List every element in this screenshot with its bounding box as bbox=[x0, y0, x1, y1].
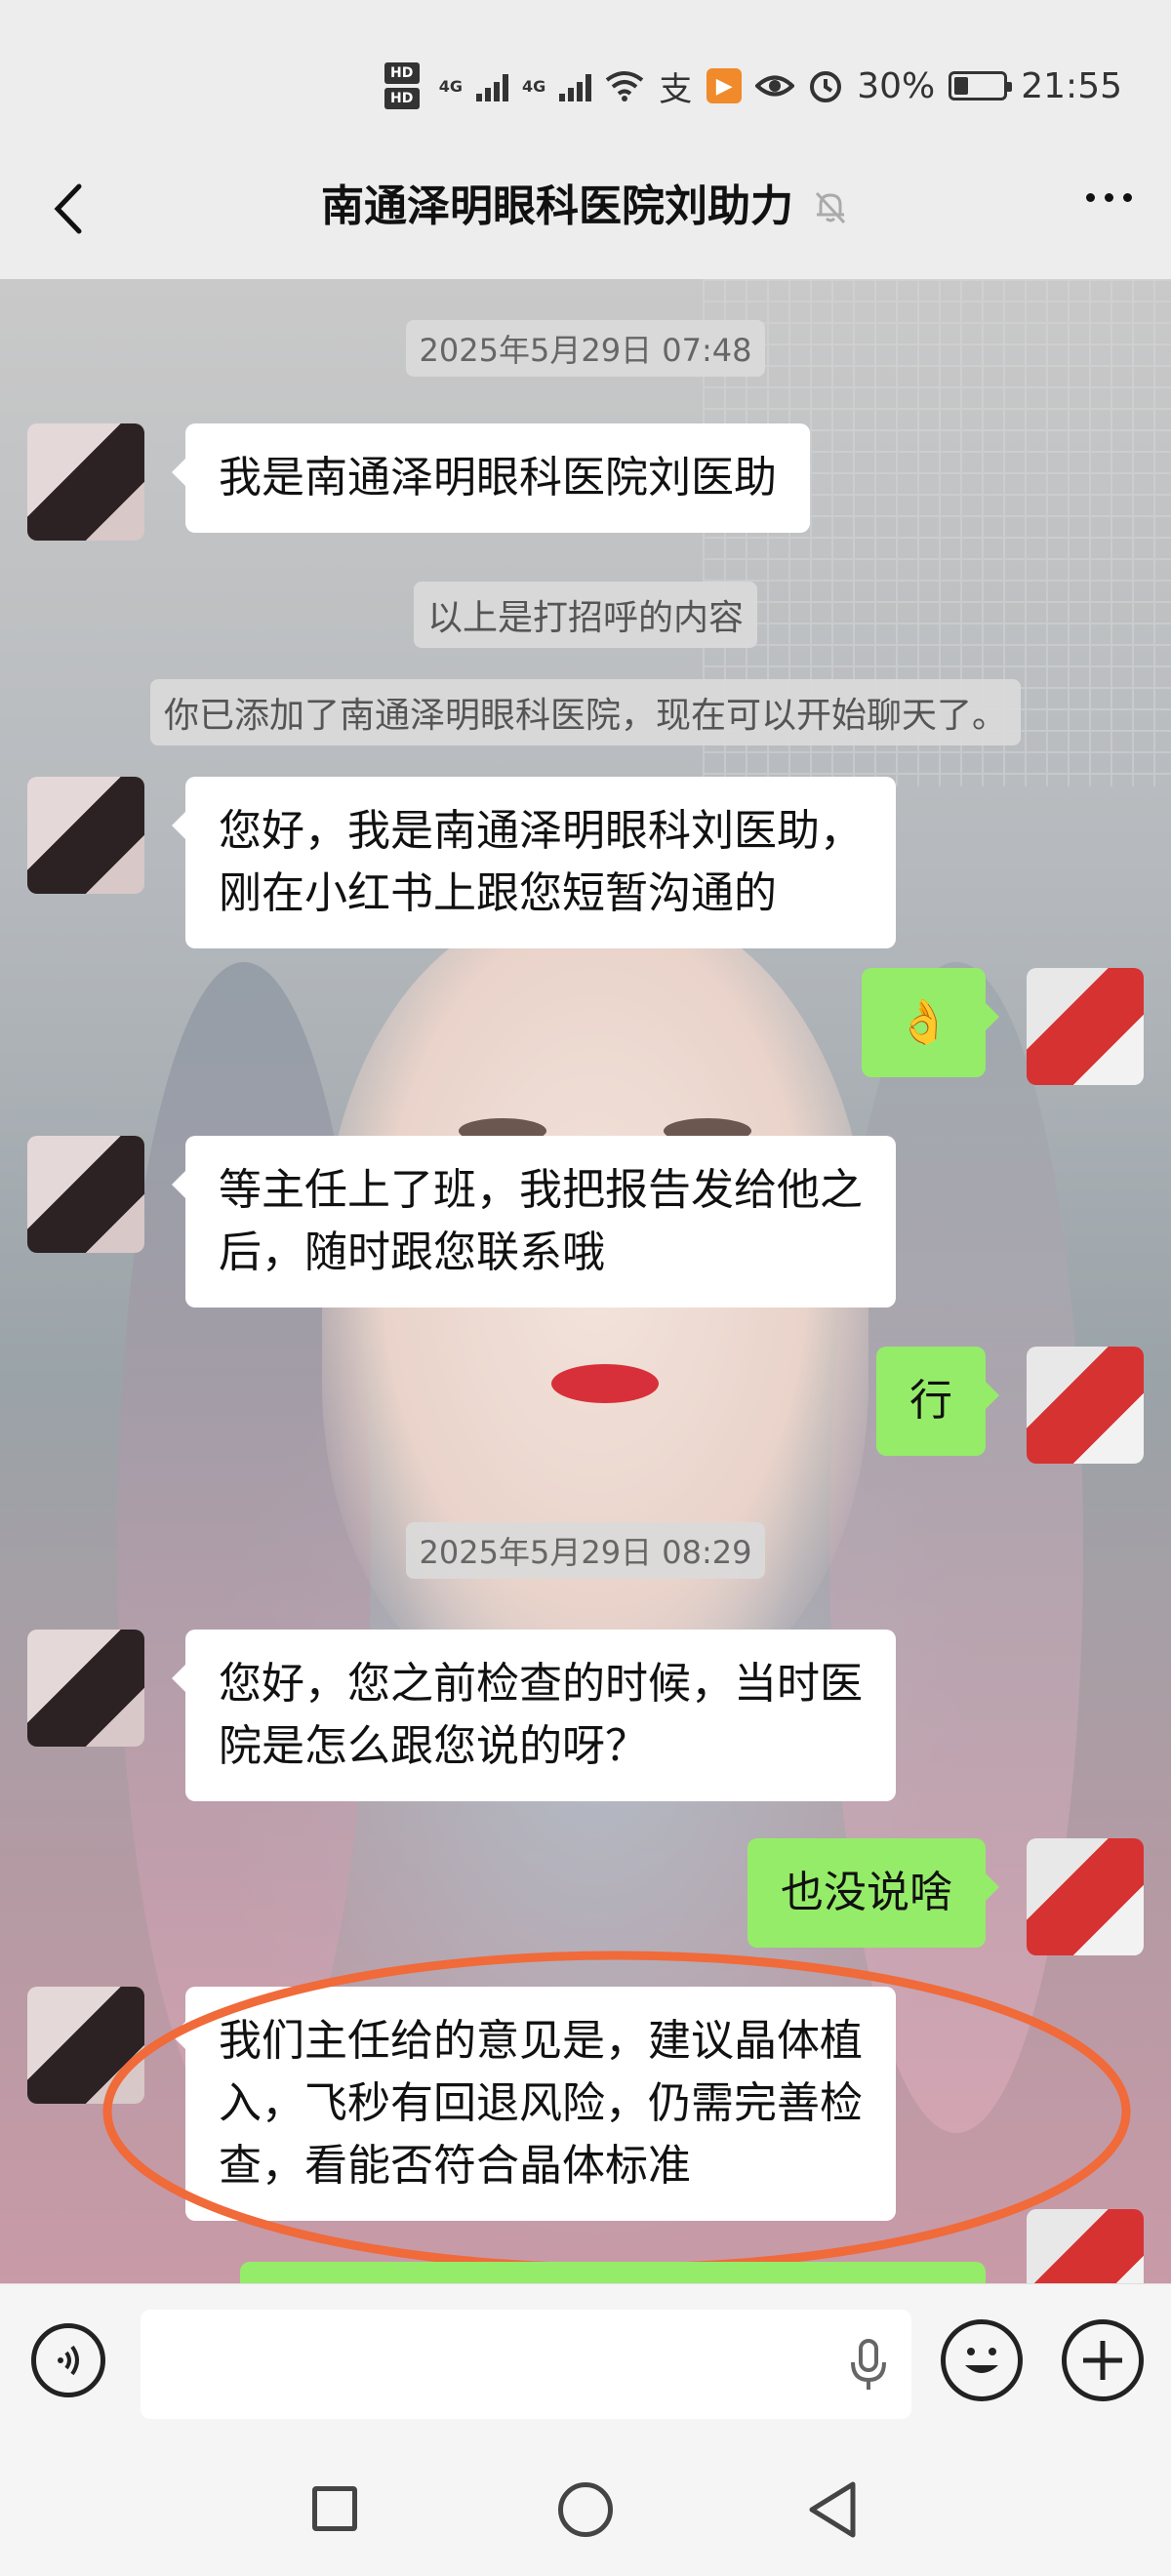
avatar[interactable] bbox=[1027, 1347, 1144, 1464]
video-icon: ▶ bbox=[707, 68, 743, 103]
voice-icon bbox=[58, 2345, 79, 2376]
system-message: 你已添加了南通泽明眼科医院，现在可以开始聊天了。 bbox=[0, 679, 1171, 745]
chat-title: 南通泽明眼科医院刘助力 bbox=[321, 181, 793, 231]
recent-apps-icon[interactable] bbox=[312, 2486, 357, 2531]
microphone-icon[interactable] bbox=[849, 2339, 888, 2392]
input-bar bbox=[0, 2283, 1171, 2440]
plus-button[interactable] bbox=[1062, 2319, 1144, 2401]
status-bar: HD HD 4G 4G 支 ▶ 30% 21:55 bbox=[0, 0, 1171, 137]
avatar[interactable] bbox=[1027, 1838, 1144, 1955]
emoji-icon bbox=[965, 2348, 998, 2373]
battery-icon bbox=[949, 71, 1013, 101]
avatar[interactable] bbox=[27, 1136, 144, 1253]
avatar[interactable] bbox=[1027, 2209, 1144, 2283]
avatar[interactable] bbox=[1027, 968, 1144, 1085]
message-bubble-incoming[interactable]: 等主任上了班，我把报告发给他之 后，随时跟您联系哦 bbox=[172, 1136, 896, 1308]
network-label-1: 4G bbox=[438, 76, 463, 96]
hd-icon: HD HD bbox=[384, 62, 420, 109]
chat-header: 南通泽明眼科医院刘助力 bbox=[0, 137, 1171, 279]
message-input[interactable] bbox=[141, 2310, 911, 2419]
emoji-button[interactable] bbox=[941, 2319, 1023, 2401]
message-bubble-incoming[interactable]: 您好，我是南通泽明眼科刘医助， 刚在小红书上跟您短暂沟通的 bbox=[172, 777, 896, 948]
avatar[interactable] bbox=[27, 1987, 144, 2104]
signal-icon-2 bbox=[559, 70, 592, 101]
signal-icon bbox=[475, 70, 508, 101]
network-label-2: 4G bbox=[521, 76, 546, 96]
more-button[interactable] bbox=[1086, 193, 1132, 202]
back-nav-icon[interactable] bbox=[806, 2480, 861, 2539]
voice-button[interactable] bbox=[31, 2323, 105, 2397]
home-icon[interactable] bbox=[558, 2482, 613, 2537]
message-bubble-outgoing-partial[interactable] bbox=[240, 2262, 986, 2283]
alarm-icon bbox=[810, 71, 842, 102]
system-nav-bar bbox=[0, 2439, 1171, 2576]
message-bubble-incoming[interactable]: 您好，您之前检查的时候，当时医 院是怎么跟您说的呀？ bbox=[172, 1630, 896, 1801]
message-bubble-outgoing[interactable]: 👌 bbox=[862, 968, 999, 1077]
battery-percent: 30% bbox=[857, 65, 936, 106]
clock: 21:55 bbox=[1021, 65, 1122, 106]
avatar[interactable] bbox=[27, 777, 144, 894]
wifi-icon bbox=[606, 71, 644, 101]
message-bubble-incoming[interactable]: 我们主任给的意见是，建议晶体植 入，飞秒有回退风险，仍需完善检 查，看能否符合晶体标… bbox=[172, 1987, 896, 2221]
timestamp: 2025年5月29日 07:48 bbox=[0, 320, 1171, 377]
chat-area[interactable]: 2025年5月29日 07:48 我是南通泽明眼科医院刘医助 以上是打招呼的内容… bbox=[0, 279, 1171, 2283]
alipay-icon: 支 bbox=[659, 69, 693, 109]
avatar[interactable] bbox=[27, 1630, 144, 1747]
message-bubble-outgoing[interactable]: 行 bbox=[876, 1347, 999, 1456]
message-bubble-outgoing[interactable]: 也没说啥 bbox=[747, 1838, 999, 1948]
wallpaper-lips bbox=[551, 1364, 659, 1403]
eye-icon bbox=[755, 75, 795, 97]
timestamp: 2025年5月29日 08:29 bbox=[0, 1522, 1171, 1579]
mute-bell-icon bbox=[815, 191, 846, 224]
avatar[interactable] bbox=[27, 423, 144, 541]
more-icon bbox=[1086, 193, 1095, 202]
message-bubble-incoming[interactable]: 我是南通泽明眼科医院刘医助 bbox=[172, 423, 810, 533]
system-message: 以上是打招呼的内容 bbox=[0, 582, 1171, 648]
plus-icon bbox=[1083, 2341, 1122, 2380]
